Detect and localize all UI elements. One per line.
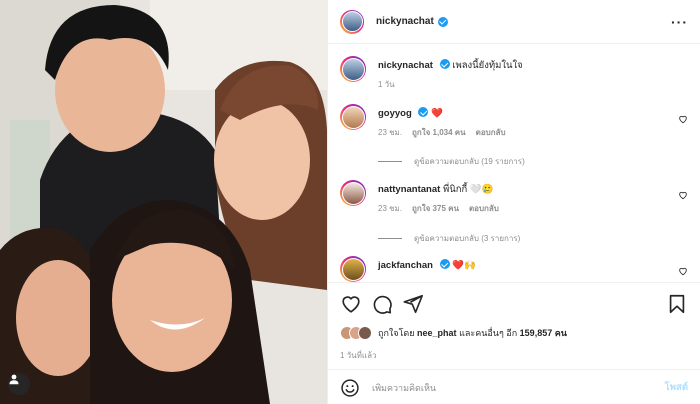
comment-input[interactable] — [372, 382, 665, 393]
likes-middle: และคนอื่นๆ อีก — [459, 328, 518, 338]
comment-like-heart-icon[interactable] — [678, 266, 688, 276]
post-details-panel: nickynachat ··· nickynachat เพลงนี้ยังทุ… — [327, 0, 700, 404]
commenter-username[interactable]: jackfanchan — [378, 260, 433, 271]
comment-like-heart-icon[interactable] — [678, 114, 688, 124]
caption-avatar[interactable] — [340, 56, 366, 82]
commenter-username[interactable]: nattynantanat — [378, 184, 440, 195]
verified-badge-icon — [418, 107, 429, 117]
post-header: nickynachat ··· — [328, 0, 700, 44]
view-replies-button[interactable]: ดูข้อความตอบกลับ (19 รายการ) — [378, 155, 525, 168]
comment-icon[interactable] — [371, 293, 393, 315]
liker-avatars[interactable] — [340, 326, 372, 340]
post-photo[interactable] — [0, 0, 327, 404]
replies-divider — [378, 161, 402, 162]
comment-item: jackfanchan ❤️🙌 — [340, 256, 688, 282]
commenter-avatar[interactable] — [340, 180, 366, 206]
user-tag-icon[interactable] — [8, 373, 30, 395]
comment-likes[interactable]: ถูกใจ 1,034 คน — [412, 126, 466, 139]
verified-badge-icon — [437, 16, 448, 27]
caption-text: เพลงนี้ยังทุ้มในใจ — [452, 60, 523, 71]
view-replies-label[interactable]: ดูข้อความตอบกลับ (19 รายการ) — [414, 155, 525, 168]
comment-item: nattynantanat พี่นิกกี้ 🤍🥲 23 ชม. ถูกใจ … — [340, 180, 688, 215]
view-replies-label[interactable]: ดูข้อความตอบกลับ (3 รายการ) — [414, 232, 520, 245]
view-replies-button[interactable]: ดูข้อความตอบกลับ (3 รายการ) — [378, 232, 520, 245]
comment-item: goyyog ❤️ 23 ชม. ถูกใจ 1,034 คน ตอบกลับ — [340, 104, 688, 139]
reply-button[interactable]: ตอบกลับ — [476, 126, 506, 139]
post-timestamp[interactable]: 1 วันที่แล้ว — [340, 349, 376, 362]
comment-likes[interactable]: ถูกใจ 375 คน — [412, 202, 459, 215]
comment-text: ❤️ — [431, 108, 443, 119]
commenter-username[interactable]: goyyog — [378, 108, 412, 119]
author-username[interactable]: nickynachat — [376, 16, 434, 27]
commenter-avatar[interactable] — [340, 104, 366, 130]
likes-prefix: ถูกใจโดย — [378, 328, 415, 338]
author-avatar[interactable] — [340, 9, 364, 34]
verified-badge-icon — [439, 259, 450, 269]
caption-row: nickynachat เพลงนี้ยังทุ้มในใจ 1 วัน — [340, 56, 688, 91]
comment-like-heart-icon[interactable] — [678, 190, 688, 200]
likes-summary: ถูกใจโดย nee_phat และคนอื่นๆ อีก 159,857… — [340, 326, 567, 340]
add-comment-bar: โพสต์ — [328, 369, 700, 404]
more-options-icon[interactable]: ··· — [671, 15, 688, 29]
commenter-avatar[interactable] — [340, 256, 366, 282]
share-icon[interactable] — [402, 293, 424, 315]
bookmark-icon[interactable] — [666, 293, 688, 315]
post-viewer: nickynachat ··· nickynachat เพลงนี้ยังทุ… — [0, 0, 700, 404]
comment-text: ❤️🙌 — [452, 260, 476, 271]
emoji-icon[interactable] — [340, 378, 360, 398]
comment-text: พี่นิกกี้ 🤍🥲 — [442, 184, 494, 195]
liker-username[interactable]: nee_phat — [417, 328, 457, 338]
comment-time[interactable]: 23 ชม. — [378, 126, 402, 139]
caption-username[interactable]: nickynachat — [378, 60, 433, 71]
verified-badge-icon — [439, 59, 450, 69]
comments-list: nickynachat เพลงนี้ยังทุ้มในใจ 1 วัน goy… — [328, 44, 700, 282]
comment-time[interactable]: 23 ชม. — [378, 202, 402, 215]
action-bar — [340, 293, 688, 315]
post-image — [0, 0, 327, 404]
likes-count[interactable]: 159,857 คน — [520, 326, 567, 340]
caption-time[interactable]: 1 วัน — [378, 78, 395, 91]
heart-icon[interactable] — [340, 293, 362, 315]
replies-divider — [378, 238, 402, 239]
post-actions: ถูกใจโดย nee_phat และคนอื่นๆ อีก 159,857… — [328, 282, 700, 404]
post-comment-button[interactable]: โพสต์ — [665, 380, 688, 395]
reply-button[interactable]: ตอบกลับ — [469, 202, 499, 215]
